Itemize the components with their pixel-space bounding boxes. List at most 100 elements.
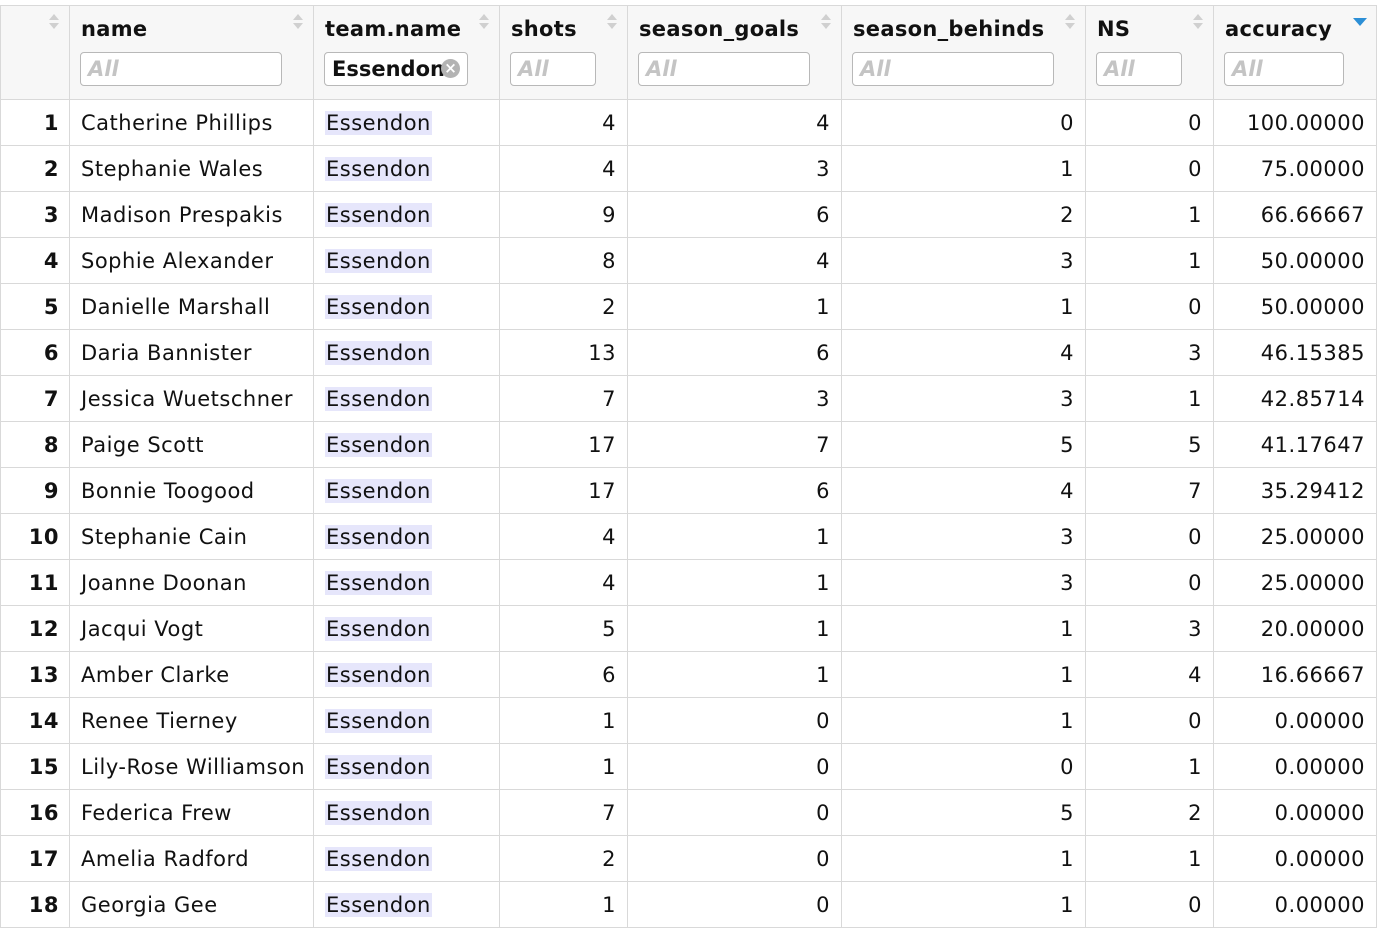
- sort-icon[interactable]: [293, 14, 303, 32]
- accuracy-cell: 0.00000: [1213, 789, 1377, 836]
- header-shots[interactable]: shots All: [499, 5, 628, 100]
- table-row[interactable]: 10 Stephanie Cain Essendon 4 1 3 0 25.00000: [0, 513, 1377, 560]
- ns-cell: 0: [1085, 697, 1214, 744]
- column-label-ns: NS: [1097, 17, 1131, 41]
- season-behinds-cell: 1: [841, 651, 1086, 698]
- table-row[interactable]: 3 Madison Prespakis Essendon 9 6 2 1 66.66667: [0, 191, 1377, 238]
- table-row[interactable]: 4 Sophie Alexander Essendon 8 4 3 1 50.00000: [0, 237, 1377, 284]
- table-row[interactable]: 14 Renee Tierney Essendon 1 0 1 0 0.00000: [0, 697, 1377, 744]
- table-row[interactable]: 16 Federica Frew Essendon 7 0 5 2 0.00000: [0, 789, 1377, 836]
- accuracy-cell: 25.00000: [1213, 513, 1377, 560]
- ns-cell: 0: [1085, 283, 1214, 330]
- table-row[interactable]: 6 Daria Bannister Essendon 13 6 4 3 46.15385: [0, 329, 1377, 376]
- season-goals-cell: 0: [627, 835, 842, 882]
- team-name-cell: Essendon: [313, 283, 500, 330]
- table-row[interactable]: 13 Amber Clarke Essendon 6 1 1 4 16.66667: [0, 651, 1377, 698]
- row-number: 6: [0, 329, 70, 376]
- filter-input-name[interactable]: All: [80, 52, 282, 86]
- table-row[interactable]: 8 Paige Scott Essendon 17 7 5 5 41.17647: [0, 421, 1377, 468]
- shots-cell: 9: [499, 191, 628, 238]
- season-goals-cell: 0: [627, 881, 842, 928]
- team-name-cell: Essendon: [313, 789, 500, 836]
- filter-input-season-goals[interactable]: All: [638, 52, 810, 86]
- name-cell: Bonnie Toogood: [69, 467, 314, 514]
- filter-match-highlight: Essendon: [325, 432, 432, 457]
- accuracy-cell: 0.00000: [1213, 697, 1377, 744]
- ns-cell: 4: [1085, 651, 1214, 698]
- filter-input-shots[interactable]: All: [510, 52, 596, 86]
- sort-icon[interactable]: [1193, 14, 1203, 32]
- season-behinds-cell: 3: [841, 559, 1086, 606]
- accuracy-cell: 0.00000: [1213, 743, 1377, 790]
- column-label-team-name: team.name: [325, 17, 462, 41]
- header-season-goals[interactable]: season_goals All: [627, 5, 842, 100]
- row-number: 1: [0, 99, 70, 146]
- filter-input-season-behinds[interactable]: All: [852, 52, 1054, 86]
- filter-match-highlight: Essendon: [325, 570, 432, 595]
- filter-input-accuracy[interactable]: All: [1224, 52, 1344, 86]
- season-goals-cell: 7: [627, 421, 842, 468]
- filter-input-ns[interactable]: All: [1096, 52, 1182, 86]
- name-cell: Amber Clarke: [69, 651, 314, 698]
- row-number: 11: [0, 559, 70, 606]
- ns-cell: 0: [1085, 881, 1214, 928]
- table-row[interactable]: 18 Georgia Gee Essendon 1 0 1 0 0.00000: [0, 881, 1377, 928]
- ns-cell: 3: [1085, 605, 1214, 652]
- sort-icon[interactable]: [49, 14, 59, 32]
- sort-icon[interactable]: [1065, 14, 1075, 32]
- data-table: name All team.name Essendon × shots All …: [0, 5, 1377, 928]
- shots-cell: 4: [499, 99, 628, 146]
- team-name-cell: Essendon: [313, 237, 500, 284]
- sort-icon[interactable]: [607, 14, 617, 32]
- header-ns[interactable]: NS All: [1085, 5, 1214, 100]
- sort-descending-icon[interactable]: [1353, 18, 1367, 26]
- column-label-season-goals: season_goals: [639, 17, 800, 41]
- table-row[interactable]: 17 Amelia Radford Essendon 2 0 1 1 0.00000: [0, 835, 1377, 882]
- name-cell: Paige Scott: [69, 421, 314, 468]
- clear-filter-icon[interactable]: ×: [441, 59, 460, 78]
- accuracy-cell: 100.00000: [1213, 99, 1377, 146]
- season-goals-cell: 1: [627, 605, 842, 652]
- season-behinds-cell: 3: [841, 375, 1086, 422]
- season-goals-cell: 6: [627, 191, 842, 238]
- header-name[interactable]: name All: [69, 5, 314, 100]
- team-name-cell: Essendon: [313, 743, 500, 790]
- ns-cell: 7: [1085, 467, 1214, 514]
- table-row[interactable]: 7 Jessica Wuetschner Essendon 7 3 3 1 42.85714: [0, 375, 1377, 422]
- table-row[interactable]: 5 Danielle Marshall Essendon 2 1 1 0 50.00000: [0, 283, 1377, 330]
- header-season-behinds[interactable]: season_behinds All: [841, 5, 1086, 100]
- season-behinds-cell: 5: [841, 421, 1086, 468]
- row-number: 7: [0, 375, 70, 422]
- ns-cell: 1: [1085, 835, 1214, 882]
- row-number: 13: [0, 651, 70, 698]
- name-cell: Jacqui Vogt: [69, 605, 314, 652]
- filter-match-highlight: Essendon: [325, 110, 432, 135]
- team-name-cell: Essendon: [313, 835, 500, 882]
- shots-cell: 8: [499, 237, 628, 284]
- filter-input-team-name[interactable]: Essendon ×: [324, 52, 468, 86]
- season-behinds-cell: 4: [841, 467, 1086, 514]
- header-rownum[interactable]: [0, 5, 70, 100]
- table-row[interactable]: 15 Lily-Rose Williamson Essendon 1 0 0 1 0.0000…: [0, 743, 1377, 790]
- table-row[interactable]: 2 Stephanie Wales Essendon 4 3 1 0 75.00000: [0, 145, 1377, 192]
- row-number: 15: [0, 743, 70, 790]
- table-row[interactable]: 1 Catherine Phillips Essendon 4 4 0 0 100.00000: [0, 99, 1377, 146]
- header-accuracy[interactable]: accuracy All: [1213, 5, 1377, 100]
- filter-match-highlight: Essendon: [325, 616, 432, 641]
- season-behinds-cell: 0: [841, 99, 1086, 146]
- name-cell: Madison Prespakis: [69, 191, 314, 238]
- table-row[interactable]: 12 Jacqui Vogt Essendon 5 1 1 3 20.00000: [0, 605, 1377, 652]
- sort-icon[interactable]: [479, 14, 489, 32]
- ns-cell: 1: [1085, 237, 1214, 284]
- sort-icon[interactable]: [821, 14, 831, 32]
- table-row[interactable]: 11 Joanne Doonan Essendon 4 1 3 0 25.00000: [0, 559, 1377, 606]
- name-cell: Lily-Rose Williamson: [69, 743, 314, 790]
- accuracy-cell: 0.00000: [1213, 835, 1377, 882]
- table-row[interactable]: 9 Bonnie Toogood Essendon 17 6 4 7 35.29412: [0, 467, 1377, 514]
- accuracy-cell: 75.00000: [1213, 145, 1377, 192]
- header-team-name[interactable]: team.name Essendon ×: [313, 5, 500, 100]
- name-cell: Jessica Wuetschner: [69, 375, 314, 422]
- season-goals-cell: 6: [627, 329, 842, 376]
- season-behinds-cell: 1: [841, 881, 1086, 928]
- shots-cell: 2: [499, 835, 628, 882]
